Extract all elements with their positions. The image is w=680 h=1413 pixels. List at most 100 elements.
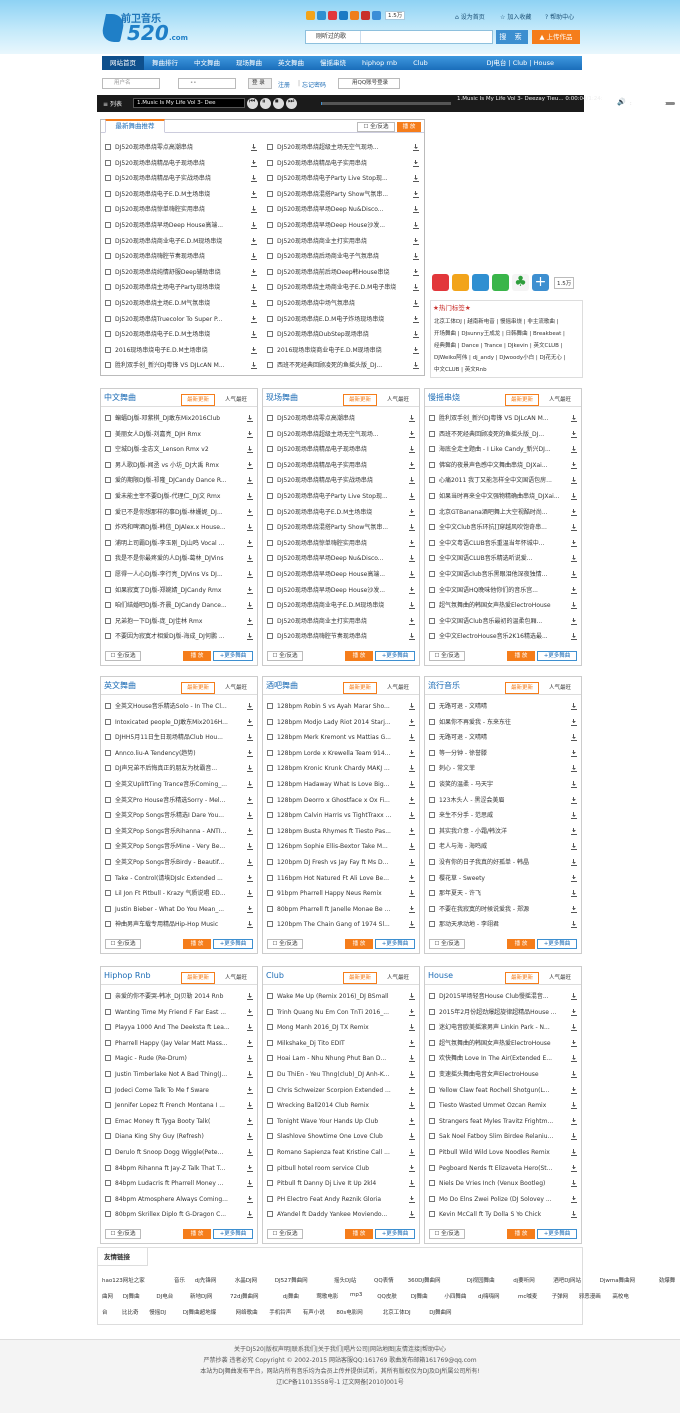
song-title[interactable]: DJ520现场串烧早场Deep House沙发... — [277, 587, 385, 594]
download-icon[interactable] — [571, 415, 577, 422]
list-item[interactable]: DJ520现场串烧主场电子Party现场串烧 — [105, 282, 257, 294]
section-more[interactable]: +更多舞曲 — [213, 651, 253, 661]
song-title[interactable]: 爱已不是你想那样的事DJ版-林姗妮_DJ... — [115, 509, 223, 516]
download-icon[interactable] — [571, 1071, 577, 1078]
list-item[interactable]: 91bpm Pharrell Happy Neus Remix — [267, 888, 415, 900]
download-icon[interactable] — [571, 539, 577, 547]
section-title[interactable]: 慢摇串烧 — [428, 393, 460, 402]
checkbox[interactable] — [267, 718, 273, 725]
song-title[interactable]: Lil Jon Ft Pitbull - Krazy 气质说唱 ED... — [115, 890, 226, 897]
download-icon[interactable] — [571, 571, 577, 578]
help-center-link[interactable]: ? 帮助中心 — [545, 12, 574, 21]
checkbox[interactable] — [429, 1180, 435, 1187]
list-item[interactable]: Kevin McCall ft Ty Dolla S Yo Chick — [429, 1209, 577, 1221]
song-title[interactable]: DJ520现场串烧精品电子实战场串烧 — [277, 477, 373, 484]
song-title[interactable]: 男人歌DJ版-闻丞 vs 小坊_DJ大禹 Rmx — [115, 462, 219, 469]
song-title[interactable]: 爱未能主宰不要DJ版-代理仁_DJ文 Rmx — [115, 493, 220, 500]
tab-latest[interactable]: 最新更新 — [343, 682, 377, 694]
list-item[interactable]: 变速摇头舞曲电音女声ElectroHouse — [429, 1069, 577, 1081]
download-icon[interactable] — [409, 796, 415, 804]
list-item[interactable]: 爱的期限DJ版-祁隆_DJCandy Dance R... — [105, 475, 253, 487]
tab-latest[interactable]: 最新更新 — [505, 394, 539, 406]
list-item[interactable]: 全英文Pop Songs音乐Birdy - Beautif... — [105, 857, 253, 869]
checkbox[interactable] — [429, 734, 435, 741]
download-icon[interactable] — [571, 633, 577, 641]
song-title[interactable]: 全中文国语Club音乐最初的温柔包厢... — [439, 618, 542, 625]
download-icon[interactable] — [247, 796, 253, 804]
list-item[interactable]: 全英文Pop Songs音乐Mine - Very Be... — [105, 841, 253, 853]
section-select-all[interactable]: ☐ 全/反选 — [429, 651, 465, 661]
list-item[interactable]: DJ520现场串烧早场Deep Nu&Disco... — [267, 553, 415, 565]
list-item[interactable]: DJ520现场串烧零点高潮串烧 — [105, 142, 257, 154]
list-item[interactable]: DJ520现场串烧精品电子实战场串烧 — [105, 173, 257, 185]
friend-link[interactable]: mp3 — [350, 1292, 362, 1298]
checkbox[interactable] — [105, 300, 111, 306]
song-title[interactable]: 全中文国语club音乐黑眼泪他深夜独情... — [439, 571, 547, 578]
section-more[interactable]: +更多舞曲 — [213, 939, 253, 949]
checkbox[interactable] — [429, 993, 435, 999]
song-title[interactable]: Pitbull ft Danny Dj Live It Up 2kl4 — [277, 1180, 376, 1187]
list-item[interactable]: 128bpm Modjo Lady Riot 2014 Starj... — [267, 717, 415, 729]
song-title[interactable]: Strangers feat Myles Travitz Frightm... — [439, 1118, 553, 1125]
download-icon[interactable] — [247, 633, 253, 641]
checkbox[interactable] — [105, 781, 111, 787]
nav-hiphop[interactable]: hiphop rnb — [354, 56, 405, 70]
song-title[interactable]: Wanting Time My Friend F Far East ... — [115, 1009, 226, 1016]
list-item[interactable]: 128bpm Busta Rhymes ft Tiesto Pas... — [267, 826, 415, 838]
song-title[interactable]: DJ520现场串烧商业主打实用串烧 — [277, 618, 367, 625]
checkbox[interactable] — [429, 1211, 435, 1218]
checkbox[interactable] — [429, 524, 435, 531]
download-icon[interactable] — [409, 1195, 415, 1203]
list-item[interactable]: 咱们结婚吧DJ版-齐晨_DJCandy Dance... — [105, 600, 253, 612]
checkbox[interactable] — [429, 571, 435, 577]
list-item[interactable]: DJ520现场串烧早场Deep House高端... — [105, 220, 257, 232]
song-title[interactable]: Justin Bieber - What Do You Mean_... — [115, 906, 224, 913]
song-title[interactable]: DJ声兄弟不后悔真正的朋友为枕霸音... — [115, 765, 217, 772]
download-icon[interactable] — [247, 1086, 253, 1094]
list-item[interactable]: 80bpm Pharrell ft Janelle Monae Be ... — [267, 904, 415, 916]
checkbox[interactable] — [105, 1180, 111, 1187]
list-item[interactable]: 我是不是你最疼爱的人DJ版-葛林_DJVins — [105, 553, 253, 565]
song-title[interactable]: DJ520现场串烧电子E.D.M主场串烧 — [277, 509, 372, 516]
nav-slow[interactable]: 慢摇串烧 — [312, 56, 354, 70]
download-icon[interactable] — [247, 1211, 253, 1219]
checkbox[interactable] — [105, 827, 111, 834]
song-title[interactable]: DJ520现场串烧精品电子实战场串烧 — [115, 175, 211, 182]
list-item[interactable]: 空城DJ版-金志文_Lenson Rmx v2 — [105, 444, 253, 456]
download-icon[interactable] — [409, 602, 415, 610]
list-item[interactable]: DJ520现场串烧Truecolor To Super P... — [105, 314, 257, 326]
song-title[interactable]: 全中文ElectroHouse音乐2K16精选最... — [439, 633, 548, 640]
list-item[interactable]: DJ520现场串烧纯情舒服Deep辅助串烧 — [105, 267, 257, 279]
download-icon[interactable] — [409, 1086, 415, 1094]
checkbox[interactable] — [429, 1071, 435, 1077]
share-kaixin-icon[interactable] — [361, 11, 370, 20]
song-title[interactable]: 北京GTBanana酒吧舞上大空视酷时尚... — [439, 509, 548, 516]
list-item[interactable]: 谈笑的温柔 - 马天宇 — [429, 779, 577, 791]
download-icon[interactable] — [409, 508, 415, 516]
tab-popular[interactable]: 人气最旺 — [541, 682, 579, 694]
section-title[interactable]: House — [428, 971, 453, 980]
download-icon[interactable] — [251, 300, 257, 307]
section-play[interactable]: 播 放 — [507, 1229, 535, 1239]
song-title[interactable]: 神曲男声车载专用精品Hip-Hop Music — [115, 921, 218, 928]
checkbox[interactable] — [267, 602, 273, 609]
list-item[interactable]: 128bpm Deorro x Ghostface x Ox Fi... — [267, 795, 415, 807]
checkbox[interactable] — [429, 1024, 435, 1031]
add-favorite-link[interactable]: ☆ 加入收藏 — [500, 12, 531, 21]
checkbox[interactable] — [267, 1055, 273, 1062]
download-icon[interactable] — [247, 617, 253, 625]
download-icon[interactable] — [409, 617, 415, 625]
list-item[interactable]: 128bpm Calvin Harris vs TightTraxx ... — [267, 810, 415, 822]
song-title[interactable]: AYandel ft Daddy Yankee Moviendo... — [277, 1211, 387, 1218]
section-title[interactable]: Club — [266, 971, 284, 980]
song-title[interactable]: 兄弟抱一下DJ版-庞_DJ佳林 Rmx — [115, 618, 202, 625]
list-item[interactable]: DJ520现场串烧惊单嗨腔实用串烧 — [105, 204, 257, 216]
tab-latest[interactable]: 最新更新 — [181, 682, 215, 694]
download-icon[interactable] — [251, 362, 257, 370]
checkbox[interactable] — [429, 921, 435, 928]
checkbox[interactable] — [105, 175, 111, 182]
song-title[interactable]: DJ2015早场轻音House Club慢摇混音... — [439, 993, 549, 1000]
checkbox[interactable] — [267, 812, 273, 819]
section-title[interactable]: 现场舞曲 — [266, 393, 298, 402]
set-homepage-link[interactable]: ⌂ 设为首页 — [455, 12, 485, 21]
